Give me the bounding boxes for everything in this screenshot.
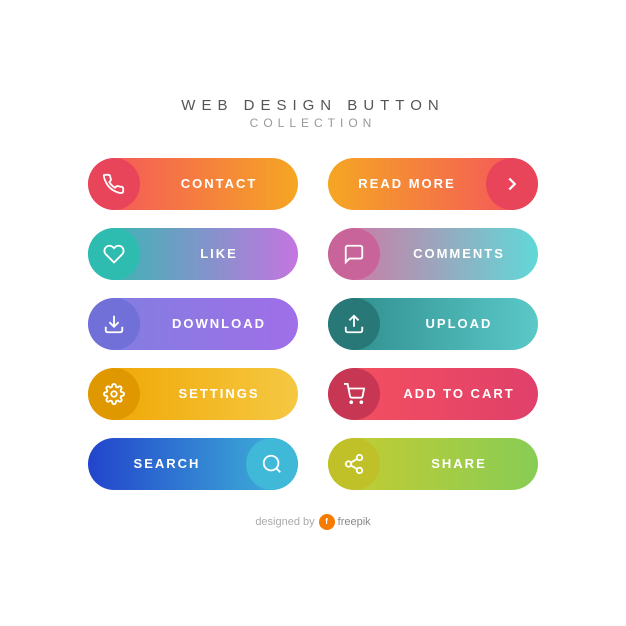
settings-icon [88,368,140,420]
heart-icon [88,228,140,280]
comments-label: COMMENTS [380,246,538,261]
share-button[interactable]: SHARE [328,438,538,490]
share-icon [328,438,380,490]
contact-button[interactable]: CONTACT [88,158,298,210]
like-button[interactable]: LIKE [88,228,298,280]
download-icon [88,298,140,350]
contact-label: CONTACT [140,176,298,191]
freepik-icon: f [319,514,335,530]
settings-label: SETTINGS [140,386,298,401]
cart-icon [328,368,380,420]
settings-button[interactable]: SETTINGS [88,368,298,420]
upload-button[interactable]: UPLOAD [328,298,538,350]
freepik-logo: f freepik [319,514,371,530]
search-icon [246,438,298,490]
comments-button[interactable]: COMMENTS [328,228,538,280]
download-label: DOWNLOAD [140,316,298,331]
chevron-right-icon [486,158,538,210]
footer-text: designed by [255,516,314,528]
readmore-label: READ MORE [328,176,486,191]
freepik-brand: freepik [338,516,371,528]
share-label: SHARE [380,456,538,471]
footer: designed by f freepik [255,514,370,530]
search-button[interactable]: SEARCH [88,438,298,490]
phone-icon [88,158,140,210]
addtocart-label: ADD TO CART [380,386,538,401]
readmore-button[interactable]: READ MORE [328,158,538,210]
buttons-grid: CONTACT READ MORE LIKE COMMENTS DOWNLOAD… [48,158,578,490]
download-button[interactable]: DOWNLOAD [88,298,298,350]
addtocart-button[interactable]: ADD TO CART [328,368,538,420]
search-label: SEARCH [88,456,246,471]
page-title-line2: COLLECTION [181,116,444,130]
upload-icon [328,298,380,350]
like-label: LIKE [140,246,298,261]
upload-label: UPLOAD [380,316,538,331]
page-title-line1: WEB DESIGN BUTTON [181,97,444,114]
title-section: WEB DESIGN BUTTON COLLECTION [181,97,444,130]
comment-icon [328,228,380,280]
